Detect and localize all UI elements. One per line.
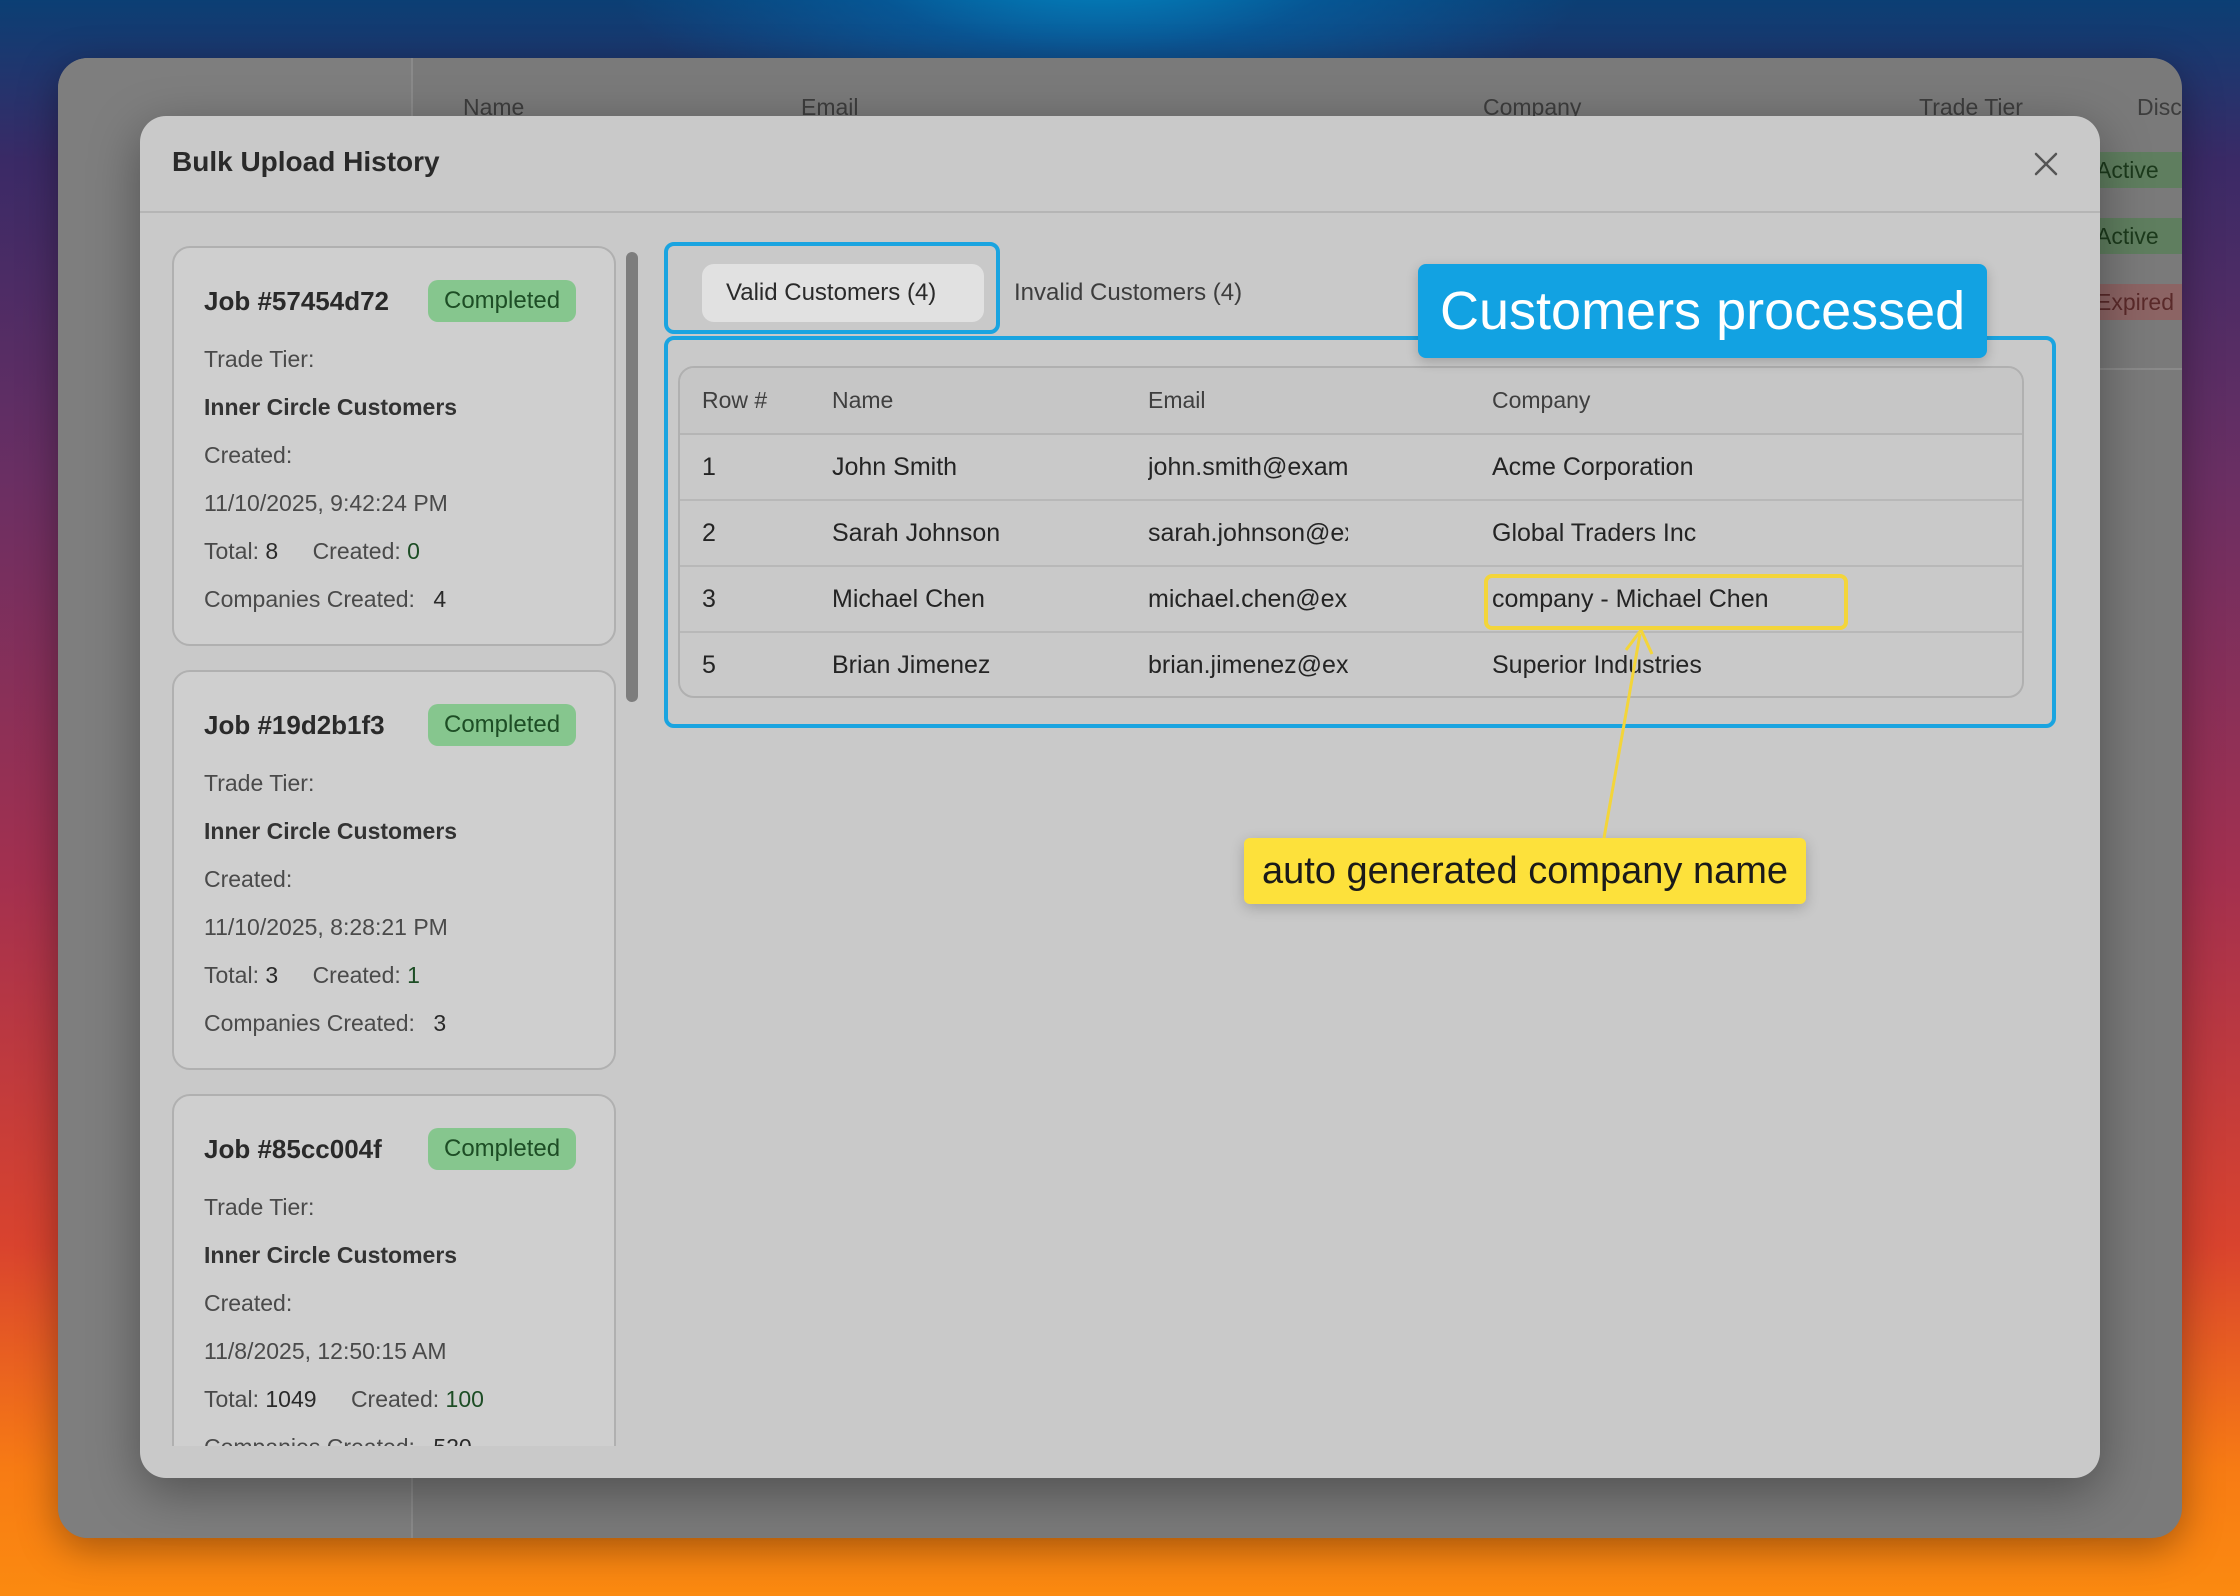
job-list-scrollbar[interactable] bbox=[626, 252, 638, 702]
auto-generated-callout: auto generated company name bbox=[1244, 838, 1807, 904]
companies-value: 4 bbox=[433, 586, 447, 612]
created-date: 11/8/2025, 12:50:15 AM bbox=[204, 1338, 447, 1364]
created-count-value: 100 bbox=[445, 1386, 484, 1412]
total-label: Total: bbox=[204, 1386, 259, 1412]
companies-line: Companies Created: 3 bbox=[204, 1010, 446, 1037]
created-date: 11/10/2025, 9:42:24 PM bbox=[204, 490, 448, 516]
header-row-number[interactable]: Row # bbox=[680, 368, 832, 435]
trade-tier-value: Inner Circle Customers bbox=[204, 1242, 458, 1268]
total-label: Total: bbox=[204, 962, 259, 988]
total-value: 8 bbox=[265, 538, 279, 564]
created-label: Created: bbox=[204, 866, 293, 892]
totals-line: Total: 3 Created: 1 bbox=[204, 962, 420, 989]
job-title: Job #85cc004f bbox=[204, 1134, 382, 1164]
cell-name: Michael Chen bbox=[832, 566, 1148, 633]
tab-valid-customers[interactable]: Valid Customers (4) bbox=[702, 264, 984, 322]
modal-header: Bulk Upload History bbox=[140, 116, 2100, 213]
trade-tier-label: Trade Tier: bbox=[204, 770, 315, 796]
created-count-value: 1 bbox=[407, 962, 420, 988]
cell-email: john.smith@example.com bbox=[1148, 434, 1492, 501]
company-highlight-annotation bbox=[1484, 574, 1848, 630]
companies-value: 3 bbox=[433, 1010, 447, 1036]
created-date: 11/10/2025, 8:28:21 PM bbox=[204, 914, 448, 940]
totals-line: Total: 8 Created: 0 bbox=[204, 538, 420, 565]
close-icon[interactable] bbox=[2028, 146, 2064, 182]
cell-company: Global Traders Inc bbox=[1492, 500, 2022, 567]
customers-table: Row # Name Email Company 1 John Smith jo… bbox=[678, 366, 2024, 698]
trade-tier-value: Inner Circle Customers bbox=[204, 818, 458, 844]
cell-name: John Smith bbox=[832, 434, 1148, 501]
cell-email: sarah.johnson@example.com bbox=[1148, 500, 1492, 567]
customers-processed-callout: Customers processed bbox=[1418, 264, 1988, 358]
total-value: 1049 bbox=[265, 1386, 317, 1412]
cell-row-number: 2 bbox=[680, 500, 832, 567]
job-card[interactable]: Job #19d2b1f3 Completed Trade Tier: Inne… bbox=[172, 670, 616, 1070]
cell-name: Sarah Johnson bbox=[832, 500, 1148, 567]
underlay-header-discount: Discount bbox=[2137, 94, 2182, 120]
status-badge: Completed bbox=[428, 280, 577, 322]
status-badge: Completed bbox=[428, 704, 577, 746]
underlay-status-expired: Expired bbox=[2086, 284, 2182, 320]
cell-company: Superior Industries bbox=[1492, 651, 1702, 679]
created-label: Created: bbox=[204, 442, 293, 468]
cell-email-text: john.smith@example.com bbox=[1148, 452, 1348, 481]
job-list[interactable]: Job #57454d72 Completed Trade Tier: Inne… bbox=[172, 246, 620, 1446]
job-title: Job #19d2b1f3 bbox=[204, 710, 385, 740]
created-count-label: Created: bbox=[350, 1386, 440, 1412]
cell-company: Acme Corporation bbox=[1492, 434, 2022, 501]
header-name[interactable]: Name bbox=[832, 368, 1148, 435]
cell-name: Brian Jimenez bbox=[832, 651, 991, 679]
companies-line: Companies Created: 4 bbox=[204, 586, 446, 613]
tab-invalid-customers[interactable]: Invalid Customers (4) bbox=[1014, 264, 1242, 322]
companies-label: Companies Created: bbox=[204, 1434, 415, 1446]
trade-tier-label: Trade Tier: bbox=[204, 346, 315, 372]
cell-row-number: 5 bbox=[702, 651, 716, 679]
companies-label: Companies Created: bbox=[204, 1010, 415, 1036]
cell-row-number: 3 bbox=[680, 566, 832, 633]
underlay-status-active: Active bbox=[2086, 218, 2182, 254]
header-company[interactable]: Company bbox=[1492, 368, 2022, 435]
underlay-status-active: Active bbox=[2086, 152, 2182, 188]
created-count-value: 0 bbox=[407, 538, 420, 564]
table-row[interactable]: 5 Brian Jimenez brian.jimenez@example.co… bbox=[680, 632, 2022, 696]
modal-title: Bulk Upload History bbox=[172, 146, 440, 177]
total-value: 3 bbox=[265, 962, 279, 988]
total-label: Total: bbox=[204, 538, 259, 564]
table-row[interactable]: 1 John Smith john.smith@example.com Acme… bbox=[680, 434, 2022, 501]
trade-tier-label: Trade Tier: bbox=[204, 1194, 315, 1220]
cell-email-text: brian.jimenez@example.com bbox=[1148, 651, 1348, 679]
companies-value: 520 bbox=[433, 1434, 471, 1446]
created-count-label: Created: bbox=[312, 962, 401, 988]
totals-line: Total: 1049 Created: 100 bbox=[204, 1386, 484, 1413]
cell-email-text: michael.chen@example.com bbox=[1148, 584, 1348, 613]
header-email[interactable]: Email bbox=[1148, 368, 1492, 435]
table-row[interactable]: 2 Sarah Johnson sarah.johnson@example.co… bbox=[680, 500, 2022, 567]
companies-label: Companies Created: bbox=[204, 586, 415, 612]
cell-email: brian.jimenez@example.com bbox=[1148, 632, 1492, 696]
job-title: Job #57454d72 bbox=[204, 286, 390, 316]
created-label: Created: bbox=[204, 1290, 293, 1316]
job-card[interactable]: Job #85cc004f Completed Trade Tier: Inne… bbox=[172, 1094, 616, 1446]
trade-tier-value: Inner Circle Customers bbox=[204, 394, 458, 420]
companies-line: Companies Created: 520 bbox=[204, 1434, 472, 1446]
job-card[interactable]: Job #57454d72 Completed Trade Tier: Inne… bbox=[172, 246, 616, 646]
cell-email: michael.chen@example.com bbox=[1148, 566, 1492, 633]
created-count-label: Created: bbox=[312, 538, 401, 564]
table-header-row: Row # Name Email Company bbox=[680, 368, 2022, 435]
status-badge: Completed bbox=[428, 1128, 577, 1170]
cell-row-number: 1 bbox=[680, 434, 832, 501]
cell-email-text: sarah.johnson@example.com bbox=[1148, 518, 1348, 547]
